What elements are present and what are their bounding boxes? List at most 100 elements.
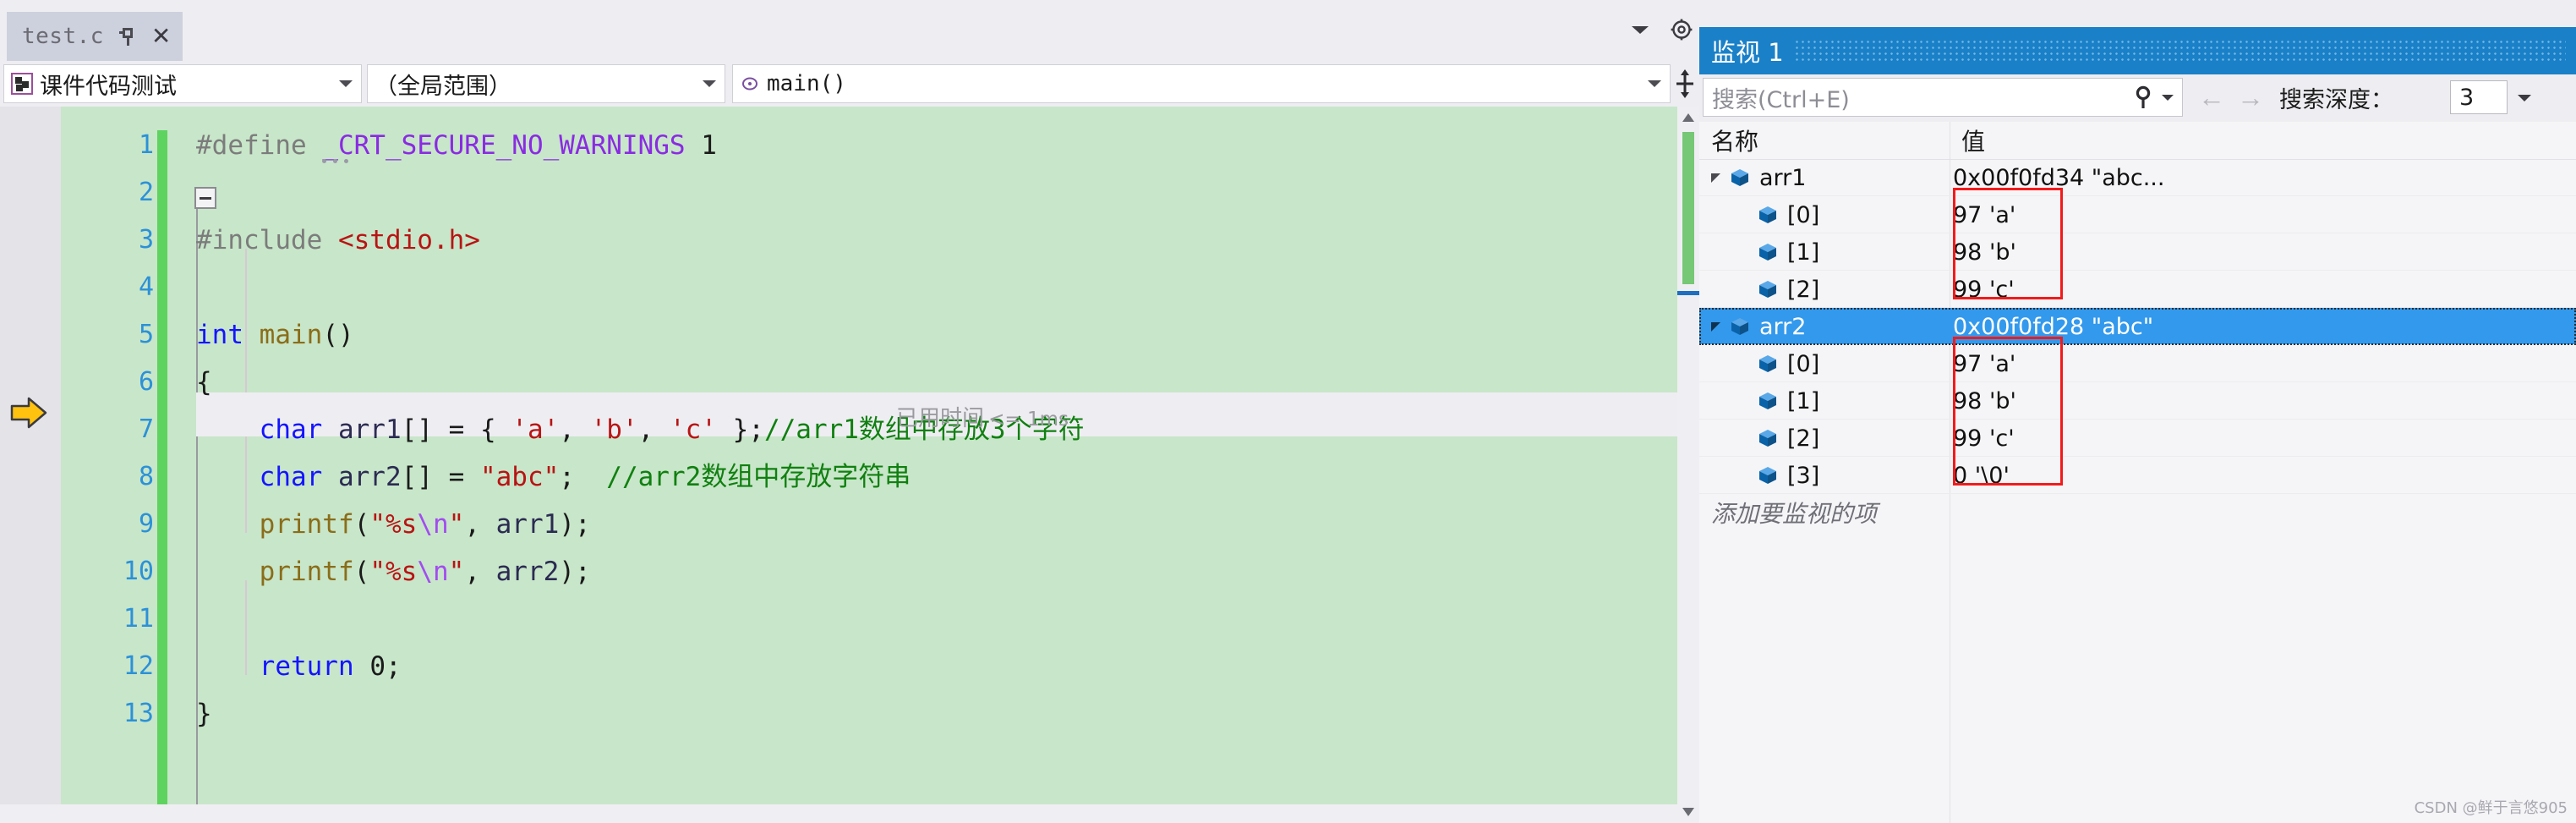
code-token-str: "%s [369,509,418,540]
code-token-str: 'c' [669,414,717,445]
visual-studio-window: test.c ✕ 课件代码测试 （全局范围） main() 1 #define … [0,0,2576,823]
editor-horizontal-scrollbar[interactable] [0,804,1677,823]
watch-row-value[interactable]: 97 'a' [1953,345,2015,382]
watch-row-name-text: [3] [1787,462,1820,489]
scope-dropdown[interactable]: （全局范围） [367,64,725,103]
table-row[interactable]: [2] 99 'c' [1699,271,2576,308]
code-token-str: "abc" [479,462,560,492]
code-token-cmt: //arr2数组中存放字符串 [606,462,911,492]
add-watch-placeholder[interactable]: 添加要监视的项 [1711,494,1877,531]
line-number: 13 [123,699,154,728]
code-token-str: " [448,557,465,587]
code-token-plain: ( [353,509,370,540]
code-text: #define _CRT_SECURE_NO_WARNINGS 1 [196,122,717,169]
code-token-plain: ); [559,509,591,540]
watch-row-name-text: [0] [1787,201,1820,228]
table-row[interactable]: [0] 97 'a' [1699,196,2576,233]
scrollbar-thumb[interactable] [1682,132,1694,284]
drag-grip[interactable] [1793,39,2566,63]
project-dropdown[interactable]: 课件代码测试 [3,64,362,103]
variable-cube-icon [1757,427,1779,449]
line-number: 11 [123,604,154,634]
code-editor[interactable]: 1 #define _CRT_SECURE_NO_WARNINGS 1 2 3 #inc… [0,107,1699,823]
table-row[interactable]: [1] 98 'b' [1699,382,2576,420]
code-token-plain: [] = { [401,414,512,445]
watch-row-name: [0] [1757,345,1819,382]
watch-row-value[interactable]: 99 'c' [1953,420,2015,457]
code-token-kw: char [259,462,323,492]
table-row[interactable]: [1] 98 'b' [1699,233,2576,271]
chevron-down-icon[interactable] [1632,25,1649,34]
search-options-chevron-icon[interactable] [2162,94,2174,101]
code-token-plain: () [322,320,354,350]
search-depth-chevron-icon[interactable] [2518,95,2531,102]
watch-row-name: [1] [1757,233,1819,271]
watch-row-name: arr1 [1711,159,1806,196]
line-number: 10 [123,557,154,586]
close-icon[interactable]: ✕ [151,25,171,48]
expand-triangle-icon[interactable] [1711,321,1720,332]
code-token-fn: printf [259,509,354,540]
table-row[interactable]: arr2 0x00f0fd28 "abc" [1699,308,2576,345]
search-icon[interactable] [2133,85,2158,110]
watch-row-value[interactable]: 0x00f0fd28 "abc" [1953,308,2153,345]
watch-row-name-text: arr1 [1759,164,1807,191]
search-input[interactable]: 搜索(Ctrl+E) [1703,78,2183,117]
watch-row-value[interactable]: 0 '\0' [1953,457,2010,494]
code-token-plain: }; [716,414,764,445]
search-depth-input[interactable]: 3 [2450,80,2508,114]
variable-cube-icon [1757,278,1779,300]
code-text: int main() [196,311,354,359]
code-token-plain: , [464,557,496,587]
code-line: 5 int main() [0,311,1699,359]
watch-row-name-text: [2] [1787,425,1820,452]
scroll-down-icon[interactable] [1677,801,1699,823]
code-text: printf("%s\n", arr2); [196,548,591,595]
arrow-right-icon[interactable]: → [2237,84,2264,111]
column-header-name: 名称 [1711,128,1759,156]
watch-row-name: [1] [1757,382,1819,420]
table-row[interactable]: arr1 0x00f0fd34 "abc... [1699,159,2576,196]
column-header-value: 值 [1961,128,1986,156]
variable-cube-icon [1757,464,1779,486]
code-line: 8 char arr2[] = "abc"; //arr2数组中存放字符串 [0,453,1699,501]
variable-cube-icon [1757,353,1779,375]
line-number: 1 [138,130,154,160]
gear-icon[interactable] [1671,19,1693,41]
watch-row-name: [3] [1757,457,1819,494]
code-line: 9 printf("%s\n", arr1); [0,501,1699,548]
editor-tab-test-c[interactable]: test.c ✕ [7,12,183,61]
scroll-up-icon[interactable] [1677,107,1699,129]
watch-row-value[interactable]: 98 'b' [1953,233,2016,271]
code-line: 2 [0,169,1699,217]
line-number: 8 [138,462,154,491]
watch-row-value[interactable]: 99 'c' [1953,271,2015,308]
split-view-icon[interactable] [1674,64,1696,103]
pin-icon[interactable] [118,26,138,47]
code-line: 3 #include <stdio.h> [0,217,1699,264]
code-line: 1 #define _CRT_SECURE_NO_WARNINGS 1 [0,122,1699,169]
editor-vertical-scrollbar[interactable] [1677,107,1699,823]
watch-panel-title-bar[interactable]: 监视 1 [1699,27,2576,74]
watch-row-value[interactable]: 98 'b' [1953,382,2016,420]
table-row[interactable]: [3] 0 '\0' [1699,457,2576,494]
variable-cube-icon [1729,167,1751,189]
code-line: 7 char arr1[] = { 'a', 'b', 'c' };//arr1… [0,406,1699,453]
table-row[interactable]: [2] 99 'c' [1699,420,2576,457]
arrow-left-icon[interactable]: ← [2198,84,2225,111]
method-icon [740,74,760,94]
watch-variables-grid[interactable]: 名称 值 arr1 0x00f0fd34 "abc... [0] 97 'a' [1] 9… [1699,122,2576,823]
expand-triangle-icon[interactable] [1711,173,1720,183]
scope-dropdown-value: （全局范围） [375,73,511,100]
watch-row-name-text: [1] [1787,387,1820,414]
watch-row-value[interactable]: 97 'a' [1953,196,2015,233]
function-dropdown[interactable]: main() [732,64,1671,103]
line-number: 7 [138,414,154,444]
table-row[interactable]: [0] 97 'a' [1699,345,2576,382]
watch-row-value[interactable]: 0x00f0fd34 "abc... [1953,159,2164,196]
